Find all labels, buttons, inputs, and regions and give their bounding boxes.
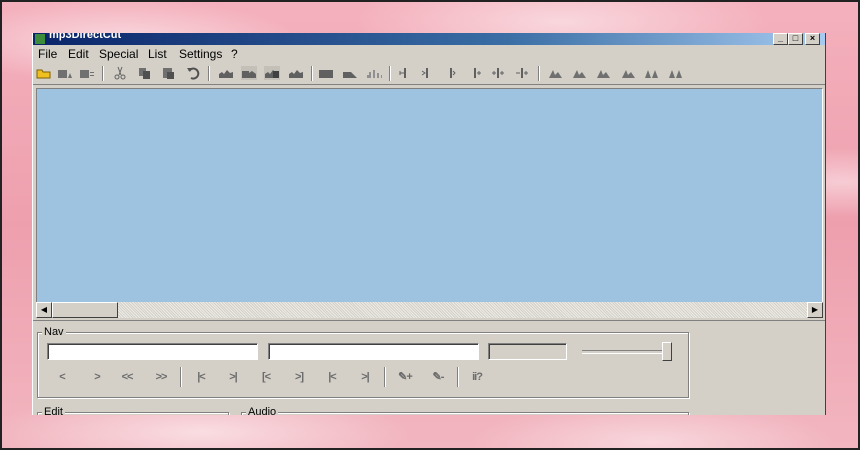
toolbar-separator — [311, 66, 313, 81]
scrollbar-thumb[interactable] — [52, 302, 118, 318]
nav-sel-start-button[interactable]: [< — [256, 370, 276, 384]
select-wave-2-icon[interactable] — [241, 66, 257, 80]
marker-6-icon[interactable] — [514, 66, 530, 80]
minimize-button[interactable]: _ — [773, 33, 788, 45]
app-icon — [35, 34, 45, 44]
window-title: mp3DirectCut — [49, 33, 122, 41]
toolbar — [33, 63, 825, 85]
waveform-display[interactable] — [36, 88, 823, 303]
edit-group-label: Edit — [42, 406, 65, 415]
edit-group — [37, 412, 229, 415]
nav-prev-button[interactable]: < — [52, 370, 72, 384]
save-icon[interactable] — [57, 66, 73, 80]
toolbar-separator — [389, 66, 391, 81]
nav-group — [37, 332, 689, 398]
level-4-icon[interactable] — [621, 66, 637, 80]
toolbar-separator — [102, 66, 104, 81]
select-wave-4-icon[interactable] — [288, 66, 304, 80]
nav-info-button[interactable]: ii? — [467, 370, 487, 384]
panel-divider — [33, 320, 825, 321]
nav-separator — [384, 367, 386, 387]
volume-block-icon[interactable] — [318, 66, 334, 80]
paste-icon[interactable] — [161, 66, 177, 80]
menu-edit[interactable]: Edit — [68, 47, 89, 61]
nav-next-button[interactable]: > — [87, 370, 107, 384]
scroll-right-button[interactable]: ▶ — [807, 302, 823, 318]
menu-list[interactable]: List — [148, 47, 167, 61]
nav-end-button[interactable]: >| — [223, 370, 243, 384]
level-2-icon[interactable] — [572, 66, 588, 80]
nav-separator — [180, 367, 182, 387]
marker-3-icon[interactable] — [443, 66, 459, 80]
open-folder-icon[interactable] — [36, 66, 52, 80]
menu-help[interactable]: ? — [231, 47, 238, 61]
maximize-button[interactable]: □ — [788, 33, 803, 45]
audio-group — [241, 412, 689, 415]
nav-group-label: Nav — [42, 326, 66, 338]
nav-start-button[interactable]: |< — [191, 370, 211, 384]
app-window: mp3DirectCut _ □ × File Edit Special Lis… — [32, 33, 826, 415]
volume-slider-thumb[interactable] — [662, 342, 672, 361]
marker-5-icon[interactable] — [490, 66, 506, 80]
fade-block-icon[interactable] — [342, 66, 358, 80]
save-all-icon[interactable] — [79, 66, 95, 80]
close-button[interactable]: × — [805, 33, 820, 45]
undo-icon[interactable] — [185, 66, 201, 80]
select-wave-3-icon[interactable] — [264, 66, 280, 80]
menu-special[interactable]: Special — [99, 47, 138, 61]
title-bar[interactable]: mp3DirectCut _ □ × — [33, 33, 825, 45]
marker-2-icon[interactable] — [419, 66, 435, 80]
nav-file-end-button[interactable]: >| — [355, 370, 375, 384]
menu-settings[interactable]: Settings — [179, 47, 222, 61]
nav-info-field — [488, 343, 567, 360]
nav-separator — [457, 367, 459, 387]
nav-sel-end-button[interactable]: >] — [289, 370, 309, 384]
select-wave-1-icon[interactable] — [218, 66, 234, 80]
copy-icon[interactable] — [137, 66, 153, 80]
level-1-icon[interactable] — [548, 66, 564, 80]
menu-file[interactable]: File — [38, 47, 57, 61]
level-6-icon[interactable] — [668, 66, 684, 80]
menu-bar: File Edit Special List Settings ? — [33, 46, 825, 62]
nav-selection-field[interactable] — [268, 343, 479, 360]
marker-1-icon[interactable] — [397, 66, 413, 80]
nav-fast-back-button[interactable]: << — [117, 370, 137, 384]
level-3-icon[interactable] — [596, 66, 612, 80]
marker-4-icon[interactable] — [467, 66, 483, 80]
toolbar-separator — [538, 66, 540, 81]
scroll-left-button[interactable]: ◀ — [36, 302, 52, 318]
nav-file-start-button[interactable]: |< — [322, 370, 342, 384]
horizontal-scrollbar[interactable]: ◀ ▶ — [36, 302, 823, 318]
cut-icon[interactable] — [112, 66, 128, 80]
nav-cue-remove-button[interactable]: ✎- — [428, 370, 448, 384]
waveform-block-icon[interactable] — [366, 66, 382, 80]
toolbar-separator — [208, 66, 210, 81]
level-5-icon[interactable] — [644, 66, 660, 80]
volume-slider-track[interactable] — [582, 350, 667, 354]
nav-fast-forward-button[interactable]: >> — [151, 370, 171, 384]
audio-group-label: Audio — [246, 406, 279, 415]
nav-position-field[interactable] — [47, 343, 258, 360]
nav-cue-add-button[interactable]: ✎+ — [395, 370, 415, 384]
